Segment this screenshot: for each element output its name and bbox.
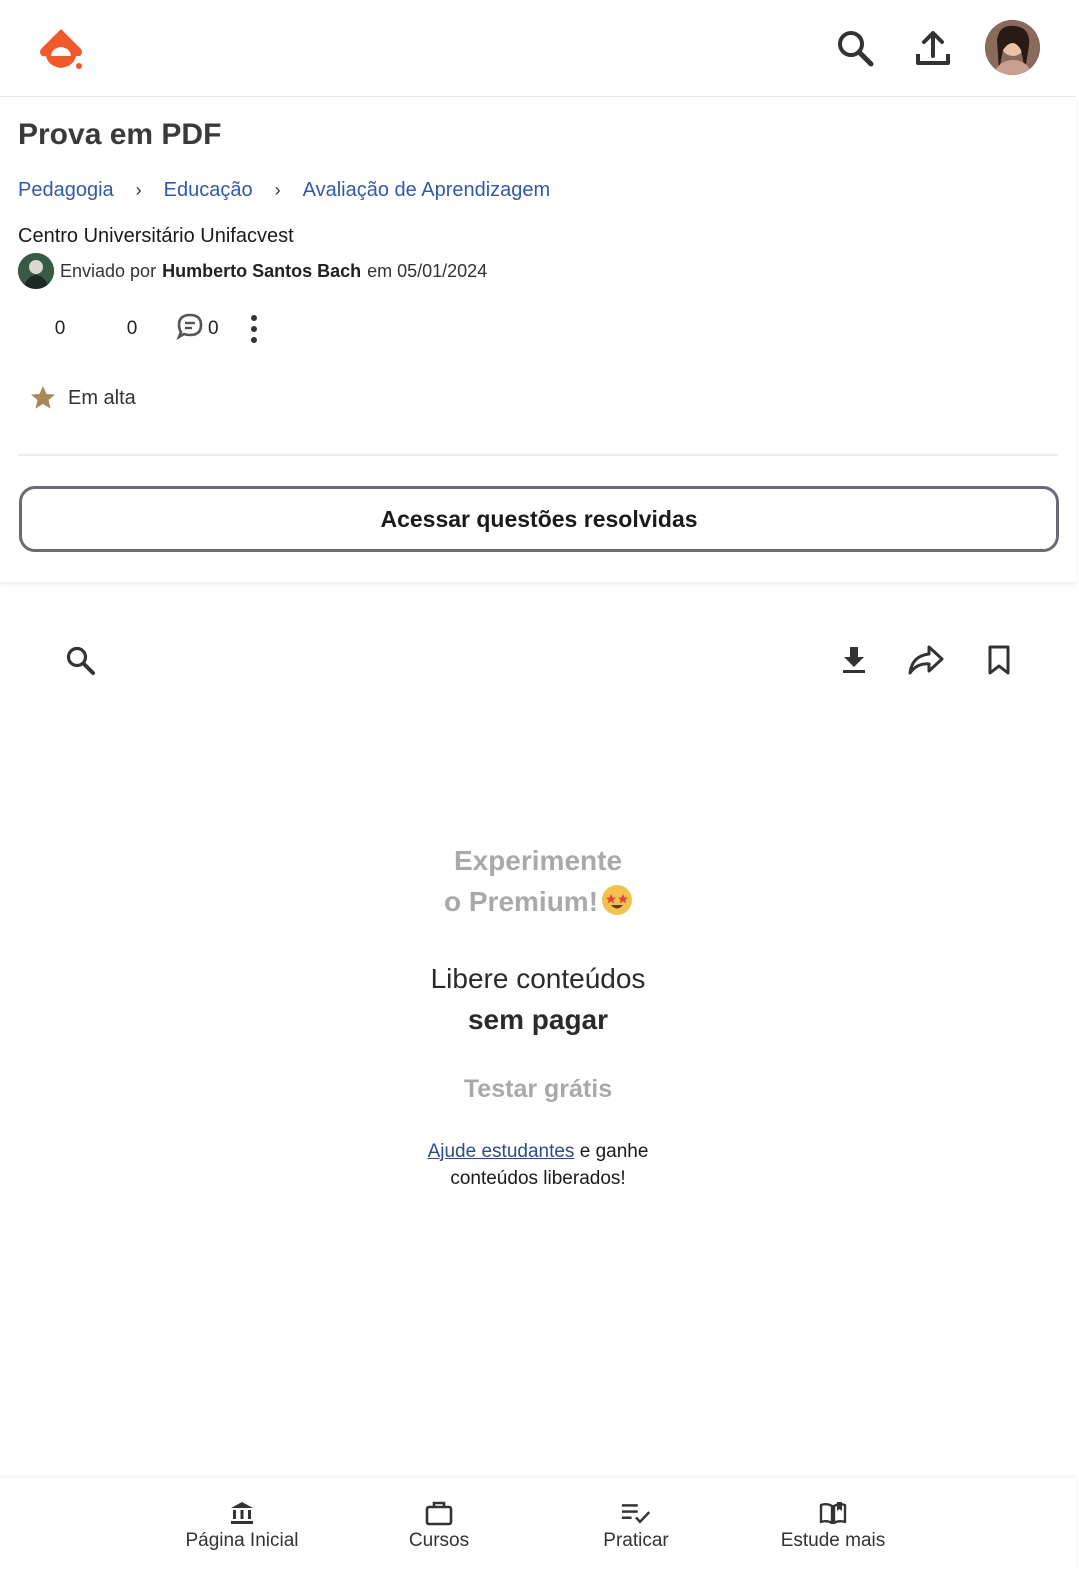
comment-button[interactable]: 0 [176,312,219,346]
premium-promo-subtitle: Libere conteúdos sem pagar [0,958,1076,1040]
premium-title-line1: Experimente [453,845,623,876]
breadcrumb-item-pedagogia[interactable]: Pedagogia [18,179,114,202]
breadcrumb-item-avaliacao[interactable]: Avaliação de Aprendizagem [303,179,551,202]
search-icon[interactable] [834,27,876,69]
upload-icon[interactable] [912,27,954,69]
top-bar [0,0,1076,97]
dislike-count[interactable]: 0 [112,318,152,340]
bank-icon [227,1498,257,1528]
bookmark-icon[interactable] [979,640,1019,680]
search-document-icon[interactable] [60,640,100,680]
download-icon[interactable] [834,640,874,680]
help-students-text: Ajude estudantes e ganhe conteúdos liber… [0,1138,1076,1192]
premium-promo-title: Experimente o Premium! [0,840,1076,922]
access-solved-questions-button[interactable]: Acessar questões resolvidas [19,486,1059,552]
nav-item-home[interactable]: Página Inicial [142,1478,342,1571]
uploaded-prefix: Enviado por [60,260,157,281]
uploaded-date: em 05/01/2024 [367,260,488,281]
divider [18,454,1058,456]
breadcrumb: Pedagogia › Educação › Avaliação de Apre… [18,175,550,205]
document-stats: 0 0 0 [40,312,259,346]
star-icon [31,386,55,409]
premium-title-line2: o Premium! [443,886,599,917]
premium-sub-line2: sem pagar [467,1004,609,1035]
help-rest-line1: e ganhe [579,1141,649,1162]
bottom-navigation: Página Inicial Cursos Praticar Estude ma… [0,1478,1076,1571]
help-students-link[interactable]: Ajude estudantes [428,1141,575,1162]
premium-sub-line1: Libere conteúdos [430,963,646,994]
user-avatar[interactable] [985,20,1040,75]
uploader-avatar[interactable] [18,253,54,289]
comment-icon [176,312,204,346]
institution-name[interactable]: Centro Universitário Unifacvest [18,225,294,248]
more-vertical-icon[interactable] [249,315,259,343]
uploader-name[interactable]: Humberto Santos Bach [162,261,361,282]
comment-count: 0 [208,318,219,339]
chevron-right-icon: › [135,179,142,200]
breadcrumb-item-educacao[interactable]: Educação [164,179,253,202]
nav-item-courses[interactable]: Cursos [339,1478,539,1571]
brand-logo-icon[interactable] [36,26,86,72]
nav-label-study-more: Estude mais [780,1529,886,1551]
star-struck-emoji-icon [602,885,633,915]
help-rest-line2: conteúdos liberados! [450,1168,626,1189]
try-free-button[interactable]: Testar grátis [0,1075,1076,1104]
nav-label-courses: Cursos [408,1529,470,1551]
nav-item-study-more[interactable]: Estude mais [733,1478,933,1571]
book-open-icon [818,1498,848,1528]
trending-label: Em alta [68,386,136,409]
like-count[interactable]: 0 [40,318,80,340]
briefcase-icon [424,1498,454,1528]
share-icon[interactable] [906,640,946,680]
trending-badge: Em alta [30,382,136,414]
checklist-icon [621,1498,651,1528]
chevron-right-icon: › [274,179,281,200]
nav-item-practice[interactable]: Praticar [536,1478,736,1571]
premium-title-line2-wrap: o Premium! [0,881,1076,922]
page-title: Prova em PDF [18,118,222,151]
nav-label-practice: Praticar [603,1529,669,1551]
uploader-info: Enviado por Humberto Santos Bach em 05/0… [18,253,487,289]
nav-label-home: Página Inicial [185,1529,299,1551]
